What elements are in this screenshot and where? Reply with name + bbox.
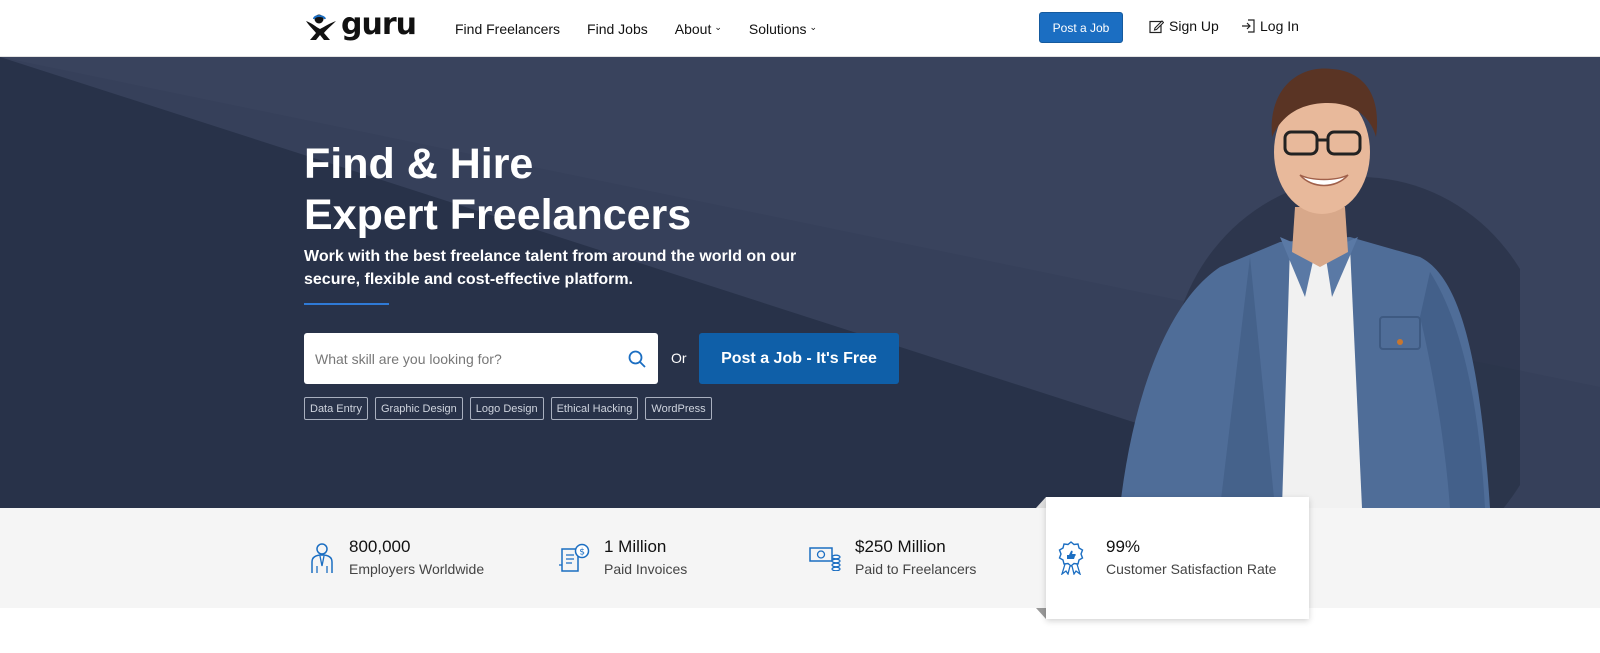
- skill-search-box: [304, 333, 658, 384]
- stat-label: Employers Worldwide: [349, 561, 485, 577]
- stat-text: 1 Million Paid Invoices: [604, 536, 687, 580]
- stat-satisfaction-card: 99% Customer Satisfaction Rate: [1046, 497, 1309, 619]
- hero-title: Find & Hire Expert Freelancers: [304, 139, 691, 241]
- skill-tag[interactable]: Logo Design: [469, 397, 544, 420]
- money-icon: [809, 547, 841, 571]
- guru-logo[interactable]: guru: [304, 7, 417, 42]
- chevron-down-icon: ⌄: [809, 22, 818, 32]
- popular-skill-tags: Data Entry Graphic Design Logo Design Et…: [304, 397, 719, 420]
- nav-label: About: [674, 20, 712, 37]
- stat-satisfaction: 99% Customer Satisfaction Rate: [1058, 497, 1276, 619]
- card-fold-decoration: [1036, 608, 1046, 619]
- stat-paid: $250 Million Paid to Freelancers: [809, 508, 976, 608]
- stat-label: Customer Satisfaction Rate: [1106, 561, 1277, 577]
- edit-icon: [1149, 19, 1164, 33]
- stat-label: Paid to Freelancers: [855, 561, 977, 577]
- or-label: Or: [671, 350, 687, 366]
- nav-label: Find Freelancers: [455, 20, 561, 37]
- search-icon[interactable]: [628, 350, 646, 368]
- hero-title-line2: Expert Freelancers: [304, 191, 692, 239]
- chevron-down-icon: ⌄: [714, 22, 722, 32]
- guru-logo-icon: [306, 14, 336, 40]
- invoice-icon: $: [559, 543, 590, 572]
- stat-number: 99%: [1106, 537, 1141, 556]
- stat-number: 800,000: [349, 537, 411, 556]
- login-icon: [1242, 19, 1255, 33]
- nav-label: Solutions: [748, 20, 807, 37]
- post-job-free-button[interactable]: Post a Job - It's Free: [699, 333, 899, 384]
- stat-number: 1 Million: [604, 537, 667, 556]
- nav-solutions[interactable]: Solutions ⌄: [749, 21, 817, 37]
- card-fold-decoration: [1036, 497, 1046, 508]
- nav-find-jobs[interactable]: Find Jobs: [587, 21, 648, 37]
- skill-tag[interactable]: WordPress: [645, 397, 712, 420]
- skill-tag[interactable]: Ethical Hacking: [550, 397, 639, 420]
- divider: [304, 303, 389, 305]
- hero-subtitle: Work with the best freelance talent from…: [304, 248, 797, 288]
- stat-label: Paid Invoices: [604, 561, 688, 577]
- skill-tag[interactable]: Data Entry: [304, 397, 368, 420]
- svg-text:$: $: [579, 548, 585, 558]
- post-job-button[interactable]: Post a Job: [1039, 12, 1123, 43]
- sign-up-label: Sign Up: [1169, 18, 1219, 34]
- stat-invoices: $ 1 Million Paid Invoices: [558, 508, 687, 608]
- nav-about[interactable]: About ⌄: [675, 21, 722, 37]
- nav-find-freelancers[interactable]: Find Freelancers: [455, 21, 560, 37]
- stat-text: 800,000 Employers Worldwide: [349, 536, 484, 580]
- log-in-link[interactable]: Log In: [1241, 18, 1299, 34]
- stats-band: 800,000 Employers Worldwide $ 1 Million …: [0, 508, 1600, 608]
- logo-text: guru: [341, 7, 417, 42]
- stat-employers: 800,000 Employers Worldwide: [309, 508, 484, 608]
- sign-up-link[interactable]: Sign Up: [1149, 18, 1219, 34]
- nav-label: Find Jobs: [587, 20, 648, 37]
- hero-title-line1: Find & Hire: [304, 140, 534, 188]
- log-in-label: Log In: [1260, 18, 1299, 34]
- skill-tag[interactable]: Graphic Design: [374, 397, 463, 420]
- award-icon: [1058, 541, 1084, 575]
- stat-number: $250 Million: [855, 537, 946, 556]
- skill-search-input[interactable]: [304, 333, 614, 384]
- stat-text: $250 Million Paid to Freelancers: [855, 536, 976, 580]
- employer-icon: [311, 543, 333, 573]
- stat-text: 99% Customer Satisfaction Rate: [1106, 536, 1276, 580]
- main-nav: Find Freelancers Find Jobs About ⌄ Solut…: [455, 0, 844, 57]
- site-header: guru Find Freelancers Find Jobs About ⌄ …: [0, 0, 1600, 57]
- hero-person-image: [1120, 68, 1520, 508]
- hero-section: Find & Hire Expert Freelancers Work with…: [0, 57, 1600, 508]
